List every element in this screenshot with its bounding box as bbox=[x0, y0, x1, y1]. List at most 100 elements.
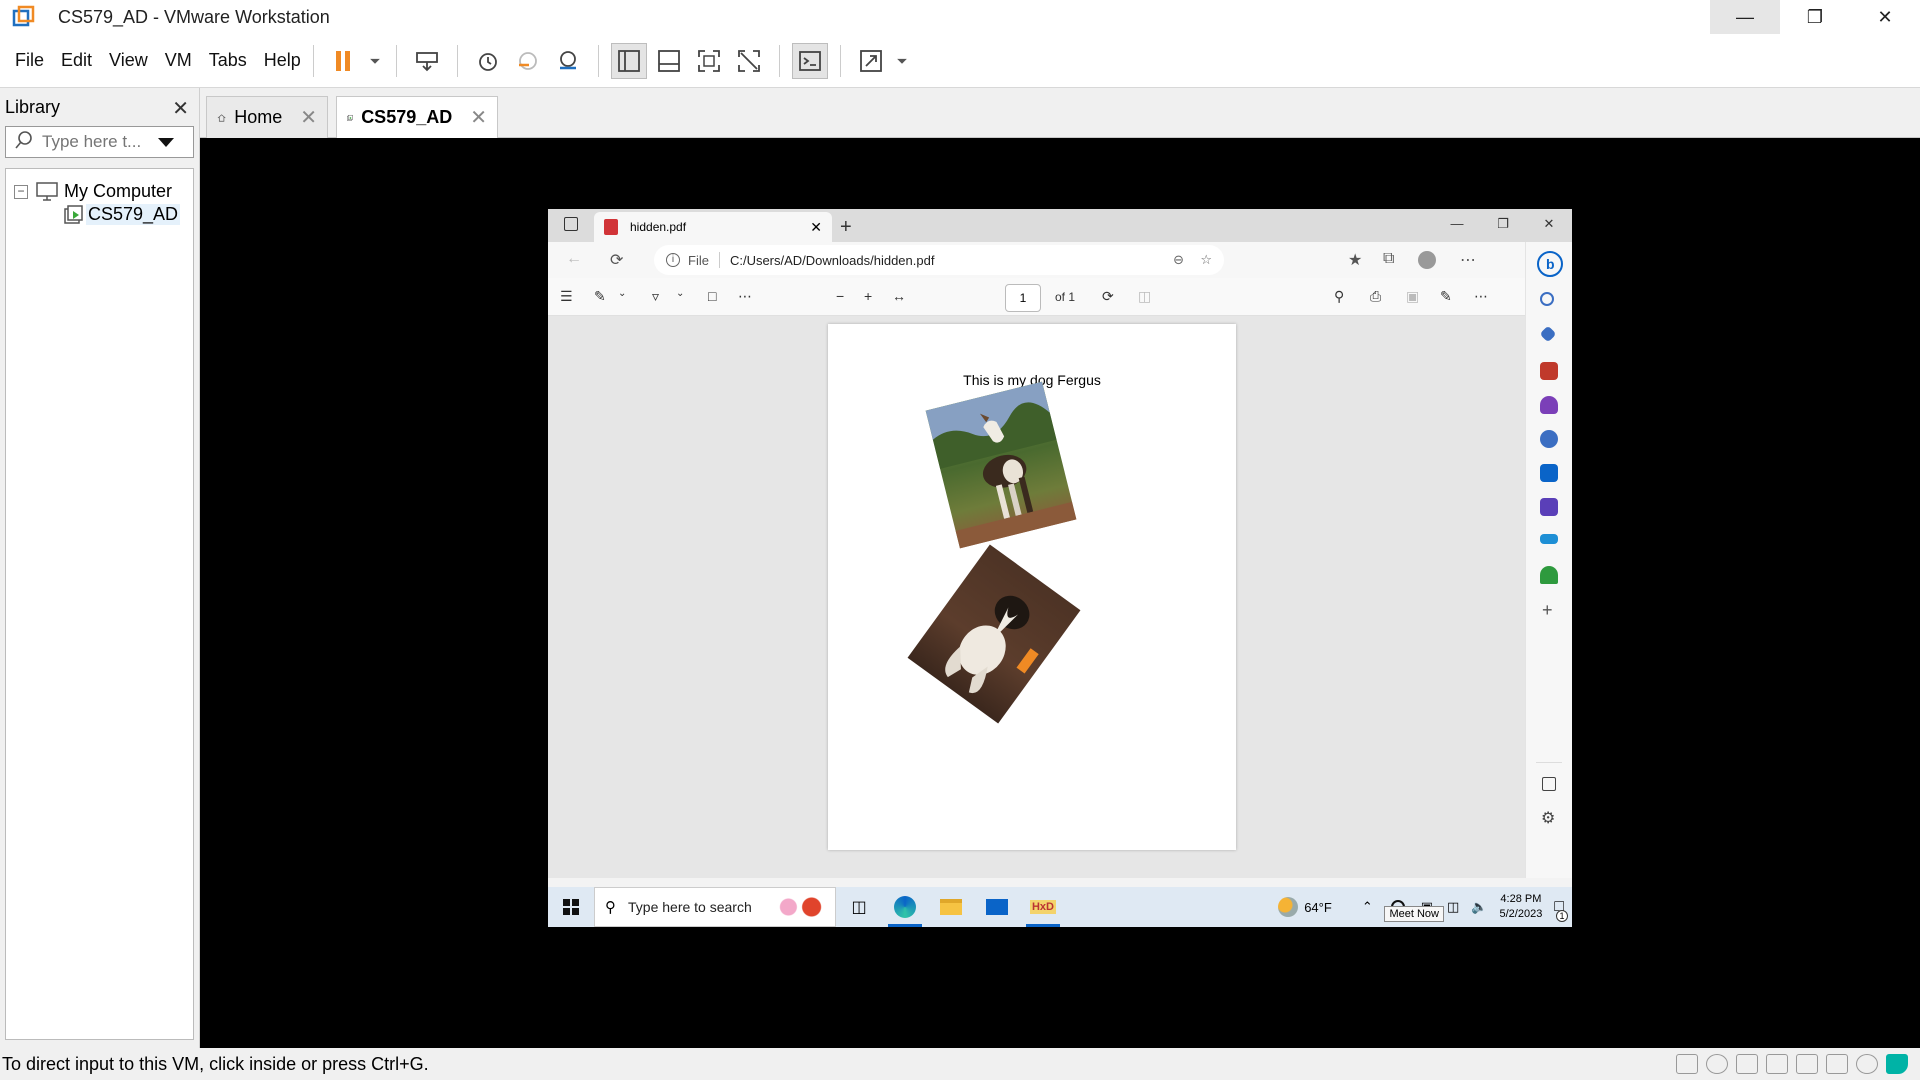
minimize-button[interactable]: — bbox=[1710, 0, 1780, 34]
revert-snapshot-button[interactable] bbox=[510, 43, 546, 79]
contents-icon[interactable]: ☰ bbox=[560, 288, 573, 305]
zoom-in-icon[interactable]: + bbox=[864, 288, 872, 304]
menu-help[interactable]: Help bbox=[264, 50, 301, 71]
designer-icon[interactable] bbox=[1540, 498, 1558, 516]
taskbar-mail[interactable] bbox=[974, 887, 1020, 927]
highlight-icon[interactable]: ▿ bbox=[652, 288, 659, 305]
page-number-input[interactable]: 1 bbox=[1005, 284, 1041, 312]
tab-actions-icon[interactable] bbox=[564, 217, 578, 231]
close-icon[interactable]: ✕ bbox=[470, 105, 487, 130]
page-view-icon[interactable]: ◫ bbox=[1138, 288, 1151, 305]
collections-icon[interactable]: ⧉ bbox=[1383, 250, 1394, 268]
chevron-up-icon[interactable]: ⌃ bbox=[1362, 899, 1373, 915]
collapse-icon[interactable]: − bbox=[14, 184, 28, 199]
profile-avatar[interactable] bbox=[1418, 251, 1436, 269]
tree-icon[interactable] bbox=[1540, 566, 1558, 584]
edge-tab-hidden-pdf[interactable]: hidden.pdf ✕ bbox=[594, 212, 832, 242]
close-icon[interactable]: ✕ bbox=[300, 105, 317, 130]
weather-icon[interactable] bbox=[1278, 897, 1299, 917]
drop-icon[interactable] bbox=[1540, 534, 1558, 544]
hard-disk-icon[interactable] bbox=[1676, 1054, 1698, 1074]
task-view-button[interactable]: ◫ bbox=[836, 887, 882, 927]
close-button[interactable]: ✕ bbox=[1850, 0, 1920, 34]
find-icon[interactable]: ⚲ bbox=[1334, 288, 1344, 305]
snapshot-manager-button[interactable] bbox=[550, 43, 586, 79]
microsoft-365-icon[interactable] bbox=[1540, 430, 1558, 448]
refresh-icon[interactable]: ⟳ bbox=[610, 250, 623, 270]
edge-minimize-button[interactable]: — bbox=[1434, 209, 1480, 239]
menu-view[interactable]: View bbox=[109, 50, 148, 71]
outlook-icon[interactable] bbox=[1540, 464, 1558, 482]
save-icon[interactable]: ▣ bbox=[1406, 288, 1419, 305]
zoom-icon[interactable]: ⊖ bbox=[1173, 252, 1184, 268]
message-log-icon[interactable] bbox=[1886, 1054, 1908, 1074]
menu-tabs[interactable]: Tabs bbox=[209, 50, 247, 71]
tools-icon[interactable] bbox=[1540, 362, 1558, 380]
fit-width-icon[interactable]: ↔ bbox=[892, 288, 906, 304]
weather-temp[interactable]: 64°F bbox=[1304, 900, 1332, 915]
zoom-out-icon[interactable]: − bbox=[836, 288, 844, 304]
more-tools-icon[interactable]: ⋯ bbox=[738, 288, 752, 305]
edge-close-button[interactable]: ✕ bbox=[1526, 209, 1572, 239]
menu-vm[interactable]: VM bbox=[165, 50, 192, 71]
search-icon[interactable] bbox=[1540, 292, 1554, 306]
console-view-button[interactable] bbox=[791, 42, 828, 79]
taskbar-hex-editor[interactable]: HxD bbox=[1020, 887, 1066, 927]
network-icon[interactable]: ◫ bbox=[1447, 899, 1459, 915]
start-button[interactable] bbox=[548, 899, 594, 915]
taskbar-clock[interactable]: 4:28 PM 5/2/2023 bbox=[1500, 892, 1543, 922]
tab-cs579-ad[interactable]: CS579_AD ✕ bbox=[336, 96, 498, 138]
network-adapter-icon[interactable] bbox=[1736, 1054, 1758, 1074]
take-snapshot-button[interactable] bbox=[470, 43, 506, 79]
usb-device-icon[interactable] bbox=[1826, 1054, 1848, 1074]
hide-sidebar-icon[interactable] bbox=[1542, 777, 1556, 791]
notifications-icon[interactable]: □ 1 bbox=[1554, 898, 1568, 922]
add-favorite-icon[interactable]: ☆ bbox=[1200, 252, 1212, 268]
bing-chat-icon[interactable]: b bbox=[1536, 250, 1564, 278]
tree-item-cs579-ad[interactable]: CS579_AD bbox=[64, 204, 181, 225]
back-icon[interactable]: ← bbox=[566, 250, 582, 268]
library-search-input[interactable] bbox=[42, 132, 152, 152]
draw-icon[interactable]: ✎ bbox=[594, 288, 606, 305]
stretch-guest-button[interactable] bbox=[853, 43, 889, 79]
volume-icon[interactable]: 🔈 bbox=[1471, 899, 1487, 915]
rotate-icon[interactable]: ⟳ bbox=[1102, 288, 1114, 305]
taskbar-search[interactable]: ⚲ Type here to search bbox=[594, 887, 836, 927]
show-library-button[interactable] bbox=[610, 42, 647, 79]
menu-edit[interactable]: Edit bbox=[61, 50, 92, 71]
taskbar-file-explorer[interactable] bbox=[928, 887, 974, 927]
print-icon[interactable]: ⎙ bbox=[1370, 288, 1381, 305]
library-close-icon[interactable]: ✕ bbox=[172, 96, 189, 121]
full-screen-button[interactable] bbox=[691, 43, 727, 79]
taskbar-edge[interactable] bbox=[882, 887, 928, 927]
sound-card-icon[interactable] bbox=[1796, 1054, 1818, 1074]
info-icon[interactable]: i bbox=[666, 253, 680, 267]
add-icon[interactable]: + bbox=[1542, 600, 1553, 621]
close-icon[interactable]: ✕ bbox=[810, 219, 822, 236]
new-tab-icon[interactable]: + bbox=[840, 212, 852, 242]
shopping-icon[interactable] bbox=[1539, 325, 1557, 343]
stretch-dropdown[interactable] bbox=[893, 43, 911, 79]
url-field[interactable]: i File C:/Users/AD/Downloads/hidden.pdf … bbox=[654, 245, 1224, 275]
pdf-viewer[interactable]: This is my dog Fergus bbox=[548, 316, 1525, 878]
tree-item-my-computer[interactable]: − My Computer bbox=[14, 181, 172, 202]
more-options-icon[interactable]: ⋯ bbox=[1460, 250, 1476, 270]
unity-button[interactable] bbox=[731, 43, 767, 79]
printer-icon[interactable] bbox=[1766, 1054, 1788, 1074]
favorites-icon[interactable]: ★ bbox=[1348, 250, 1362, 270]
more-options-icon[interactable]: ⋯ bbox=[1474, 288, 1488, 305]
camera-icon[interactable] bbox=[1856, 1054, 1878, 1074]
save-as-icon[interactable]: ✎ bbox=[1440, 288, 1452, 305]
edge-restore-button[interactable]: ❐ bbox=[1480, 209, 1526, 239]
chevron-down-icon[interactable]: ⌄ bbox=[618, 288, 626, 299]
power-dropdown[interactable] bbox=[366, 43, 384, 79]
library-search[interactable] bbox=[5, 126, 194, 158]
cd-dvd-icon[interactable] bbox=[1706, 1054, 1728, 1074]
menu-file[interactable]: File bbox=[15, 50, 44, 71]
restore-button[interactable]: ❐ bbox=[1780, 0, 1850, 34]
tab-home[interactable]: Home ✕ bbox=[206, 96, 328, 138]
vm-console[interactable]: hidden.pdf ✕ + — ❐ ✕ ← ⟳ i File C:/Users… bbox=[200, 138, 1920, 1048]
thumbnail-bar-button[interactable] bbox=[651, 43, 687, 79]
send-ctrl-alt-del-button[interactable] bbox=[409, 43, 445, 79]
text-box-icon[interactable]: □ bbox=[708, 288, 716, 304]
